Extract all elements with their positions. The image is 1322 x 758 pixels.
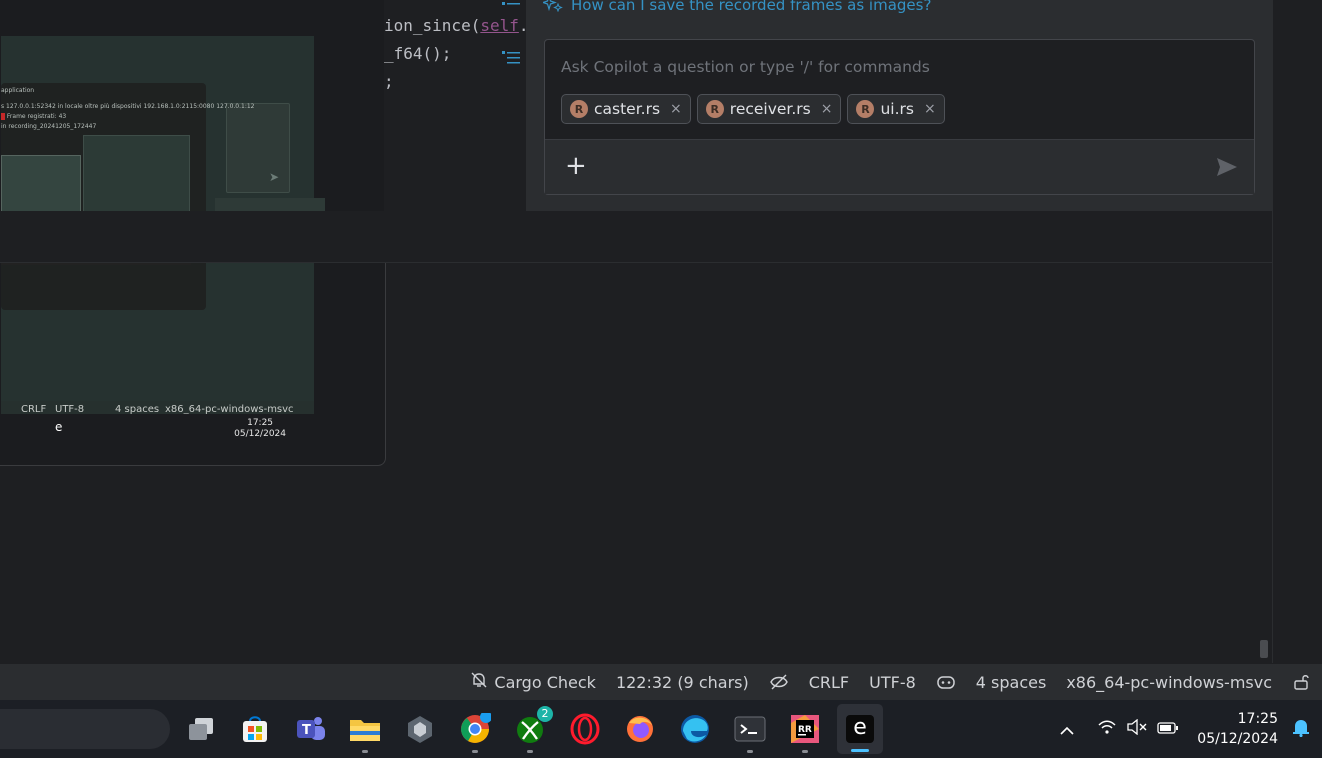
store-icon[interactable] — [238, 712, 272, 746]
rustrover-icon[interactable]: RR — [788, 712, 822, 746]
line-ending-selector[interactable]: CRLF — [799, 664, 859, 700]
preview-log-badge — [1, 113, 5, 120]
suggestion-text[interactable]: How can I save the recorded frames as im… — [571, 0, 931, 14]
rust-file-icon: R — [856, 100, 875, 118]
clock-time: 17:25 — [1237, 711, 1278, 727]
terminal-icon[interactable] — [733, 712, 767, 746]
running-indicator — [472, 750, 478, 753]
preview-log-line: s 127.0.0.1:52342 in locale oltre più di… — [1, 103, 255, 110]
preview-app-e: e — [55, 420, 63, 434]
code-line: ; — [384, 72, 394, 91]
chevron-up-icon[interactable] — [1059, 720, 1075, 739]
preview-app-title: application — [1, 87, 35, 94]
xbox-icon[interactable]: 2 — [513, 706, 553, 746]
send-icon[interactable] — [1216, 157, 1238, 181]
right-tool-strip — [1272, 0, 1322, 663]
chat-input-placeholder[interactable]: Ask Copilot a question or type '/' for c… — [561, 58, 930, 76]
encoding-selector[interactable]: UTF-8 — [859, 664, 926, 700]
preview-nested-status — [1, 278, 191, 288]
preview-chat-card: ➤ — [226, 103, 290, 193]
svg-text:T: T — [302, 723, 311, 738]
file-chip-receiver[interactable]: R receiver.rs × — [696, 94, 842, 124]
egui-app-icon[interactable]: e — [843, 712, 877, 746]
gutter-list-icon[interactable] — [502, 50, 520, 64]
preview-clock: 17:25 05/12/2024 — [234, 418, 286, 439]
taskbar-clock[interactable]: 17:25 05/12/2024 — [1197, 709, 1278, 749]
close-icon[interactable]: × — [924, 101, 936, 117]
rust-file-icon: R — [705, 100, 724, 118]
volume-muted-icon[interactable] — [1127, 718, 1147, 739]
taskbar-search[interactable] — [0, 709, 170, 749]
system-tray: 17:25 05/12/2024 — [1059, 700, 1322, 758]
teams-icon[interactable]: T — [293, 712, 327, 746]
vpn-app-icon[interactable] — [403, 712, 437, 746]
preview-taskbar: e 17:25 05/12/2024 — [1, 414, 314, 446]
battery-icon[interactable] — [1157, 720, 1179, 739]
file-chip-ui[interactable]: R ui.rs × — [847, 94, 945, 124]
scrollbar-thumb[interactable] — [1260, 640, 1268, 658]
notification-badge: 2 — [537, 706, 553, 722]
edge-icon[interactable] — [678, 712, 712, 746]
rust-file-icon: R — [570, 100, 588, 118]
indent-selector[interactable]: 4 spaces — [966, 664, 1057, 700]
gutter-list-icon[interactable] — [502, 0, 520, 14]
file-chip-label: receiver.rs — [729, 100, 811, 118]
lock-open-icon[interactable] — [1282, 664, 1322, 700]
app-letter: e — [853, 715, 867, 740]
copilot-status-icon[interactable] — [926, 664, 966, 700]
add-context-button[interactable]: + — [565, 152, 587, 180]
copilot-suggestion[interactable]: How can I save the recorded frames as im… — [541, 0, 931, 16]
opera-icon[interactable] — [568, 712, 602, 746]
running-indicator — [747, 750, 753, 753]
chrome-icon[interactable] — [458, 712, 492, 746]
ide-status-bar: Cargo Check 122:32 (9 chars) CRLF UTF-8 … — [0, 663, 1322, 700]
running-indicator — [362, 750, 368, 753]
close-icon[interactable]: × — [821, 101, 833, 117]
inspection-icon[interactable] — [759, 664, 799, 700]
sparkle-icon — [541, 0, 563, 16]
bell-off-icon — [470, 671, 488, 693]
file-chip-label: caster.rs — [594, 100, 661, 118]
preview-log-line: in recording_20241205_172447 — [1, 123, 97, 130]
copilot-chat-input-box[interactable]: Ask Copilot a question or type '/' for c… — [544, 39, 1255, 195]
cargo-check-widget[interactable]: Cargo Check — [460, 664, 606, 700]
chat-toolbar: + — [545, 139, 1254, 194]
windows-taskbar: T 2 RR e 17:25 05/12/2024 — [0, 700, 1322, 758]
code-line: ion_since(self. — [384, 16, 529, 35]
notification-bell-icon[interactable] — [1292, 717, 1310, 741]
code-editor[interactable]: ion_since(self. _f64(); ; — [384, 0, 529, 212]
file-explorer-icon[interactable] — [348, 712, 382, 746]
file-chip-caster[interactable]: R caster.rs × — [561, 94, 691, 124]
cargo-check-label: Cargo Check — [494, 672, 596, 692]
wifi-icon[interactable] — [1097, 719, 1117, 739]
caret-position[interactable]: 122:32 (9 chars) — [606, 664, 759, 700]
code-line: _f64(); — [384, 44, 452, 63]
clock-date: 05/12/2024 — [1197, 731, 1278, 747]
context-file-chips: R caster.rs × R receiver.rs × R ui.rs × — [561, 94, 945, 124]
preview-inner-screenshot: application s 127.0.0.1:52342 in locale … — [1, 83, 255, 310]
firefox-icon[interactable] — [623, 712, 657, 746]
target-selector[interactable]: x86_64-pc-windows-msvc — [1056, 664, 1282, 700]
file-chip-label: ui.rs — [880, 100, 914, 118]
tool-window-strip — [0, 211, 1272, 263]
active-indicator — [851, 749, 869, 752]
task-view-icon[interactable] — [184, 712, 218, 746]
close-icon[interactable]: × — [670, 101, 682, 117]
running-indicator — [527, 750, 533, 753]
preview-log-line: Frame registrati: 43 — [1, 113, 66, 120]
svg-text:RR: RR — [798, 725, 812, 735]
running-indicator — [802, 750, 808, 753]
